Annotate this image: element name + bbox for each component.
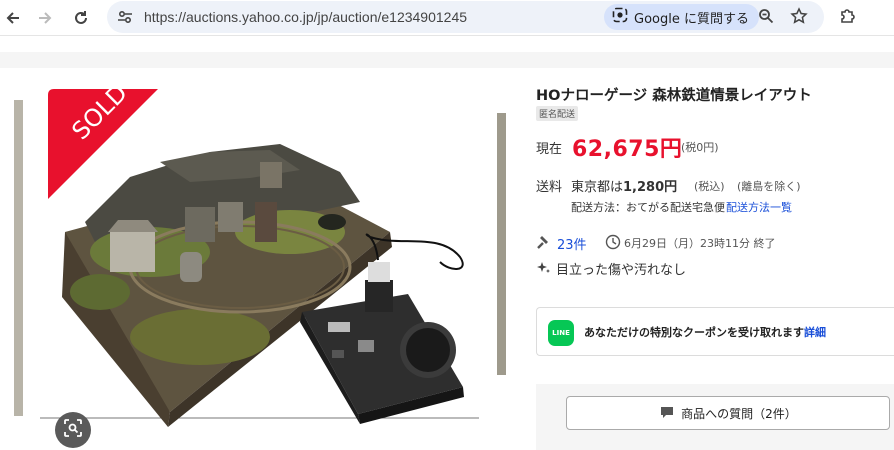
- coupon-details-link[interactable]: 詳細: [804, 324, 826, 340]
- item-questions-label: 商品への質問（2件）: [681, 406, 797, 421]
- shipping-label: 送料: [536, 180, 563, 195]
- price-tax-note: (税0円): [681, 141, 719, 154]
- lens-scan-icon: [63, 418, 83, 442]
- gavel-icon: [536, 234, 552, 254]
- shipping-amount: 1,280円: [623, 180, 678, 195]
- google-lens-icon: [612, 7, 628, 27]
- browser-toolbar: https://auctions.yahoo.co.jp/jp/auction/…: [0, 0, 894, 36]
- google-ask-label: Google に質問する: [634, 11, 749, 27]
- image-search-button[interactable]: [55, 412, 91, 448]
- sparkle-icon: [536, 260, 552, 280]
- shipping-method: 配送方法：おてがる配送宅急便: [571, 201, 725, 214]
- current-price: 62,675円: [572, 137, 683, 162]
- bid-count-link[interactable]: 23件: [557, 234, 587, 253]
- address-bar[interactable]: https://auctions.yahoo.co.jp/jp/auction/…: [107, 1, 824, 33]
- anonymous-shipping-tag: 匿名配送: [536, 106, 579, 121]
- coupon-text: あなただけの特別なクーポンを受け取れます: [584, 326, 804, 339]
- next-image-peek[interactable]: [497, 113, 506, 375]
- price-label: 現在: [536, 142, 563, 157]
- condition-row: 目立った傷や汚れなし: [536, 258, 836, 278]
- url-text[interactable]: https://auctions.yahoo.co.jp/jp/auction/…: [144, 9, 467, 25]
- shipping-tax-note: (税込): [694, 180, 725, 193]
- zoom-icon[interactable]: [758, 8, 774, 28]
- forward-icon[interactable]: [33, 6, 57, 30]
- line-coupon-banner[interactable]: LINE あなただけの特別なクーポンを受け取れます 詳細: [536, 307, 894, 356]
- line-app-label: LINE: [552, 329, 570, 337]
- sold-badge: SOLD: [48, 79, 158, 199]
- extensions-icon[interactable]: [838, 6, 858, 30]
- bids-row: 23件 6月29日（月）23時11分 終了: [536, 233, 836, 254]
- auction-end-time: 6月29日（月）23時11分 終了: [624, 237, 776, 250]
- back-icon[interactable]: [1, 6, 25, 30]
- previous-image-peek[interactable]: [14, 100, 23, 416]
- item-title: HOナローゲージ 森林鉄道情景レイアウト: [536, 88, 812, 104]
- clock-icon: [605, 234, 621, 254]
- shipping-methods-link[interactable]: 配送方法一覧: [726, 199, 792, 215]
- site-info-icon[interactable]: [117, 9, 133, 29]
- bookmark-star-icon[interactable]: [790, 7, 808, 29]
- shipping-island-note: (離島を除く): [737, 180, 801, 193]
- item-condition: 目立った傷や汚れなし: [556, 263, 687, 278]
- reload-icon[interactable]: [69, 6, 93, 30]
- line-app-icon: LINE: [548, 320, 574, 346]
- shipping-prefix: 東京都は: [571, 180, 624, 195]
- speech-bubble-icon: [659, 404, 675, 423]
- shipping-value: 東京都は1,280円: [571, 176, 677, 195]
- google-ask-chip[interactable]: Google に質問する: [604, 4, 759, 30]
- page-top-strip: [0, 37, 894, 52]
- item-questions-button[interactable]: 商品への質問（2件）: [566, 396, 890, 430]
